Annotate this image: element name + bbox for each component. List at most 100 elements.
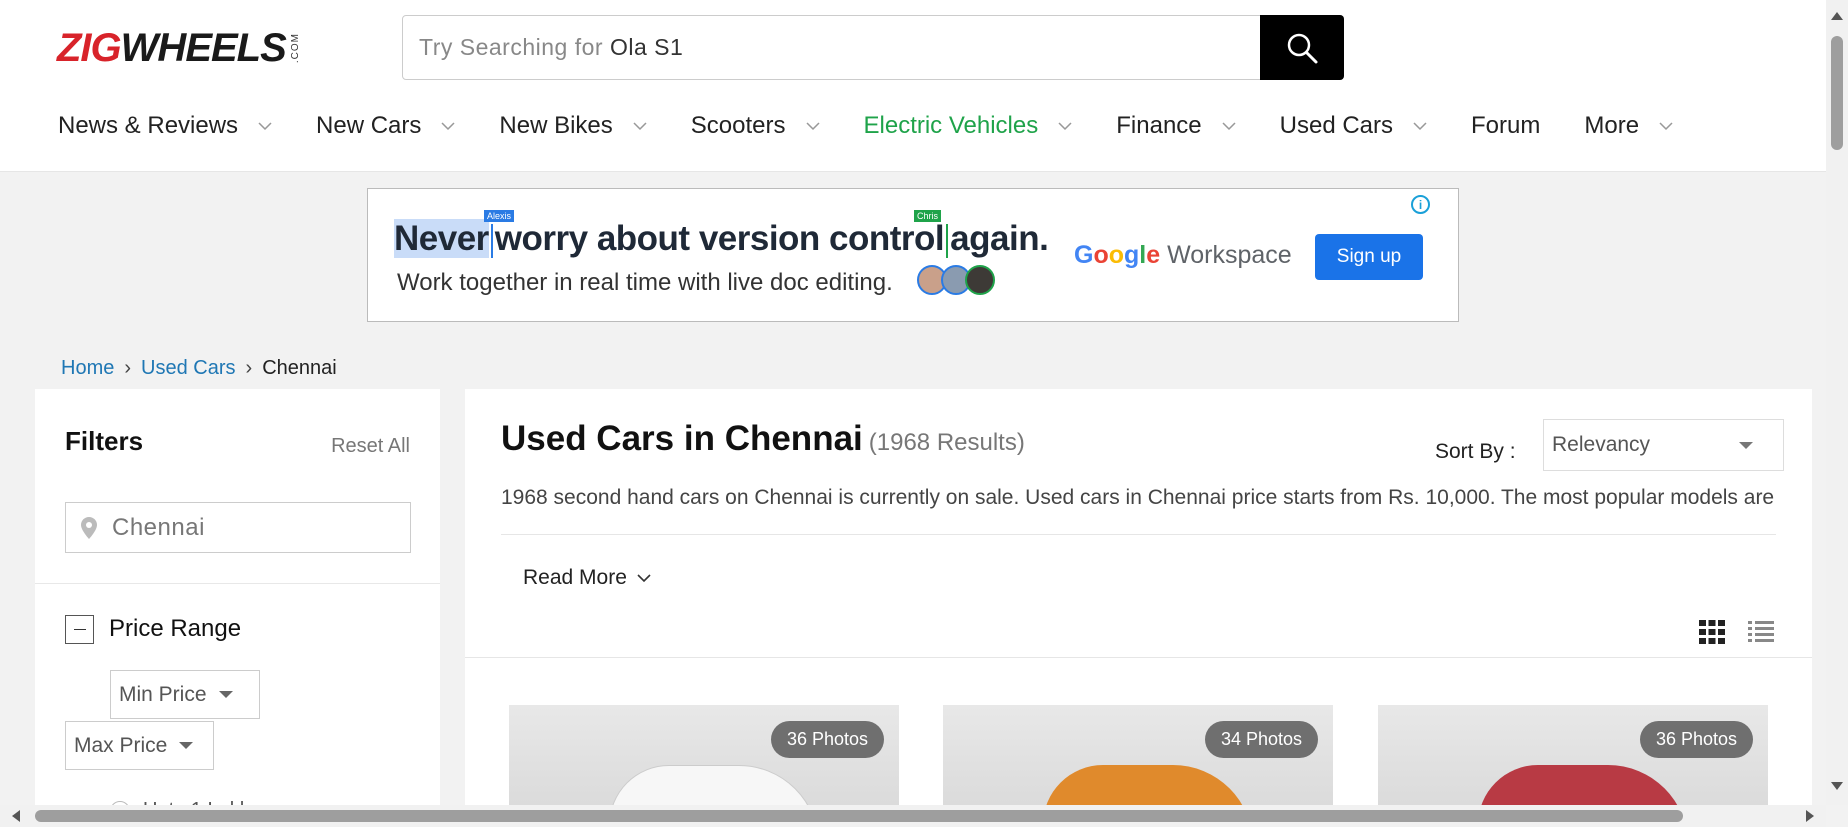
breadcrumb-separator: › [124, 357, 132, 379]
horizontal-scrollbar[interactable] [0, 805, 1826, 827]
city-input[interactable]: Chennai [65, 502, 411, 553]
nav-forum[interactable]: Forum [1471, 112, 1540, 140]
avatar-group [917, 265, 995, 295]
min-price-label: Min Price [119, 682, 207, 706]
caret-down-icon [218, 691, 233, 698]
zigwheels-logo[interactable]: ZIGWHEELS .COM [57, 28, 301, 68]
chevron-down-icon [1222, 121, 1236, 130]
sort-value: Relevancy [1552, 433, 1651, 456]
vertical-scrollbar[interactable] [1826, 0, 1848, 805]
chevron-down-icon [637, 573, 651, 582]
ad-headline: Never worry about version control again. [394, 219, 1049, 259]
breadcrumb-separator: › [245, 357, 253, 379]
search-button[interactable] [1260, 15, 1344, 80]
ad-subline: Work together in real time with live doc… [397, 269, 893, 296]
scroll-up-arrow-icon[interactable] [1831, 12, 1843, 20]
search-icon [1287, 33, 1318, 63]
google-workspace-logo: Google Workspace [1074, 241, 1292, 269]
divider [465, 657, 1812, 658]
nav-label: Electric Vehicles [863, 112, 1039, 139]
site-header: ZIGWHEELS .COM Try Searching for Ola S1 … [0, 0, 1826, 172]
cursor-marker [946, 223, 949, 258]
photo-count-badge: 36 Photos [770, 721, 884, 758]
photo-count-badge: 36 Photos [1639, 721, 1753, 758]
filters-title: Filters [65, 426, 144, 456]
breadcrumb: Home › Used Cars › Chennai [61, 357, 337, 380]
nav-scooters[interactable]: Scooters [691, 112, 820, 140]
nav-electric-vehicles[interactable]: Electric Vehicles [864, 112, 1073, 140]
nav-label: Scooters [690, 112, 786, 139]
nav-label: New Cars [316, 112, 422, 139]
nav-label: New Bikes [499, 112, 613, 139]
scroll-down-arrow-icon[interactable] [1831, 782, 1843, 790]
max-price-label: Max Price [74, 733, 168, 757]
horizontal-scroll-thumb[interactable] [35, 810, 1683, 822]
nav-label: Used Cars [1279, 112, 1394, 139]
sort-select[interactable]: Relevancy [1543, 419, 1784, 471]
photo-count-badge: 34 Photos [1204, 721, 1318, 758]
result-count: (1968 Results) [868, 429, 1025, 456]
sort-label: Sort By : [1435, 440, 1516, 463]
logo-part1: ZIG [57, 26, 122, 70]
ad-headline-end: again. [950, 219, 1049, 258]
page-title: Used Cars in Chennai (1968 Results) [501, 419, 1025, 459]
nav-new-bikes[interactable]: New Bikes [499, 112, 647, 140]
breadcrumb-home[interactable]: Home [61, 357, 114, 380]
nav-label: Finance [1116, 112, 1202, 139]
list-view-icon[interactable] [1748, 620, 1774, 644]
max-price-select[interactable]: Max Price [65, 721, 214, 770]
collaborator-tag: Alexis [484, 210, 515, 222]
grid-view-icon[interactable] [1699, 620, 1725, 644]
nav-news-reviews[interactable]: News & Reviews [58, 112, 272, 140]
page-title-text: Used Cars in Chennai [501, 419, 863, 458]
breadcrumb-used-cars[interactable]: Used Cars [141, 357, 235, 380]
collapse-toggle-icon[interactable] [65, 615, 94, 644]
read-more-label: Read More [523, 566, 627, 589]
scroll-left-arrow-icon[interactable] [12, 810, 20, 822]
info-icon[interactable]: i [1411, 195, 1430, 214]
ad-headline-mid: worry about version control [494, 219, 945, 258]
cursor-marker [490, 223, 493, 258]
search-suggestion: Ola S1 [609, 34, 684, 60]
caret-down-icon [179, 742, 194, 749]
nav-new-cars[interactable]: New Cars [316, 112, 455, 140]
collaborator-tag: Chris [914, 210, 942, 222]
logo-part2: WHEELS [120, 26, 287, 70]
chevron-down-icon [1659, 121, 1673, 130]
nav-label: News & Reviews [58, 112, 239, 139]
nav-finance[interactable]: Finance [1116, 112, 1236, 140]
divider [501, 534, 1776, 535]
location-pin-icon [81, 517, 97, 539]
ad-signup-button[interactable]: Sign up [1315, 234, 1423, 280]
caret-down-icon [1739, 442, 1753, 449]
main-nav: News & Reviews New Cars New Bikes Scoote… [58, 110, 1717, 142]
divider [35, 583, 440, 584]
read-more-link[interactable]: Read More [523, 566, 651, 590]
chevron-down-icon [441, 121, 455, 130]
reset-all-link[interactable]: Reset All [331, 435, 410, 458]
nav-more[interactable]: More [1584, 112, 1673, 140]
ad-banner[interactable]: Never worry about version control again. A… [367, 188, 1459, 322]
filters-panel: Filters Reset All Chennai Price Range Mi… [35, 389, 440, 827]
search-input[interactable]: Try Searching for Ola S1 [419, 34, 683, 61]
search-placeholder: Try Searching for [419, 34, 604, 60]
listing-description: 1968 second hand cars on Chennai is curr… [501, 486, 1775, 509]
nav-label: More [1584, 112, 1640, 139]
city-value: Chennai [112, 513, 205, 541]
nav-used-cars[interactable]: Used Cars [1280, 112, 1427, 140]
breadcrumb-current: Chennai [262, 357, 337, 379]
listing-panel: Used Cars in Chennai (1968 Results) Sort … [465, 389, 1812, 827]
avatar [965, 265, 995, 295]
ad-brand-workspace: Workspace [1167, 241, 1292, 269]
chevron-down-icon [633, 121, 647, 130]
price-range-heading: Price Range [109, 615, 242, 642]
vertical-scroll-thumb[interactable] [1831, 36, 1843, 150]
logo-suffix: .COM [289, 32, 301, 64]
scroll-right-arrow-icon[interactable] [1806, 810, 1814, 822]
chevron-down-icon [805, 121, 820, 130]
search-bar[interactable]: Try Searching for Ola S1 [402, 15, 1344, 80]
chevron-down-icon [258, 121, 272, 130]
ad-headline-word1: Never [394, 219, 489, 258]
min-price-select[interactable]: Min Price [110, 670, 260, 719]
nav-label: Forum [1471, 112, 1541, 139]
